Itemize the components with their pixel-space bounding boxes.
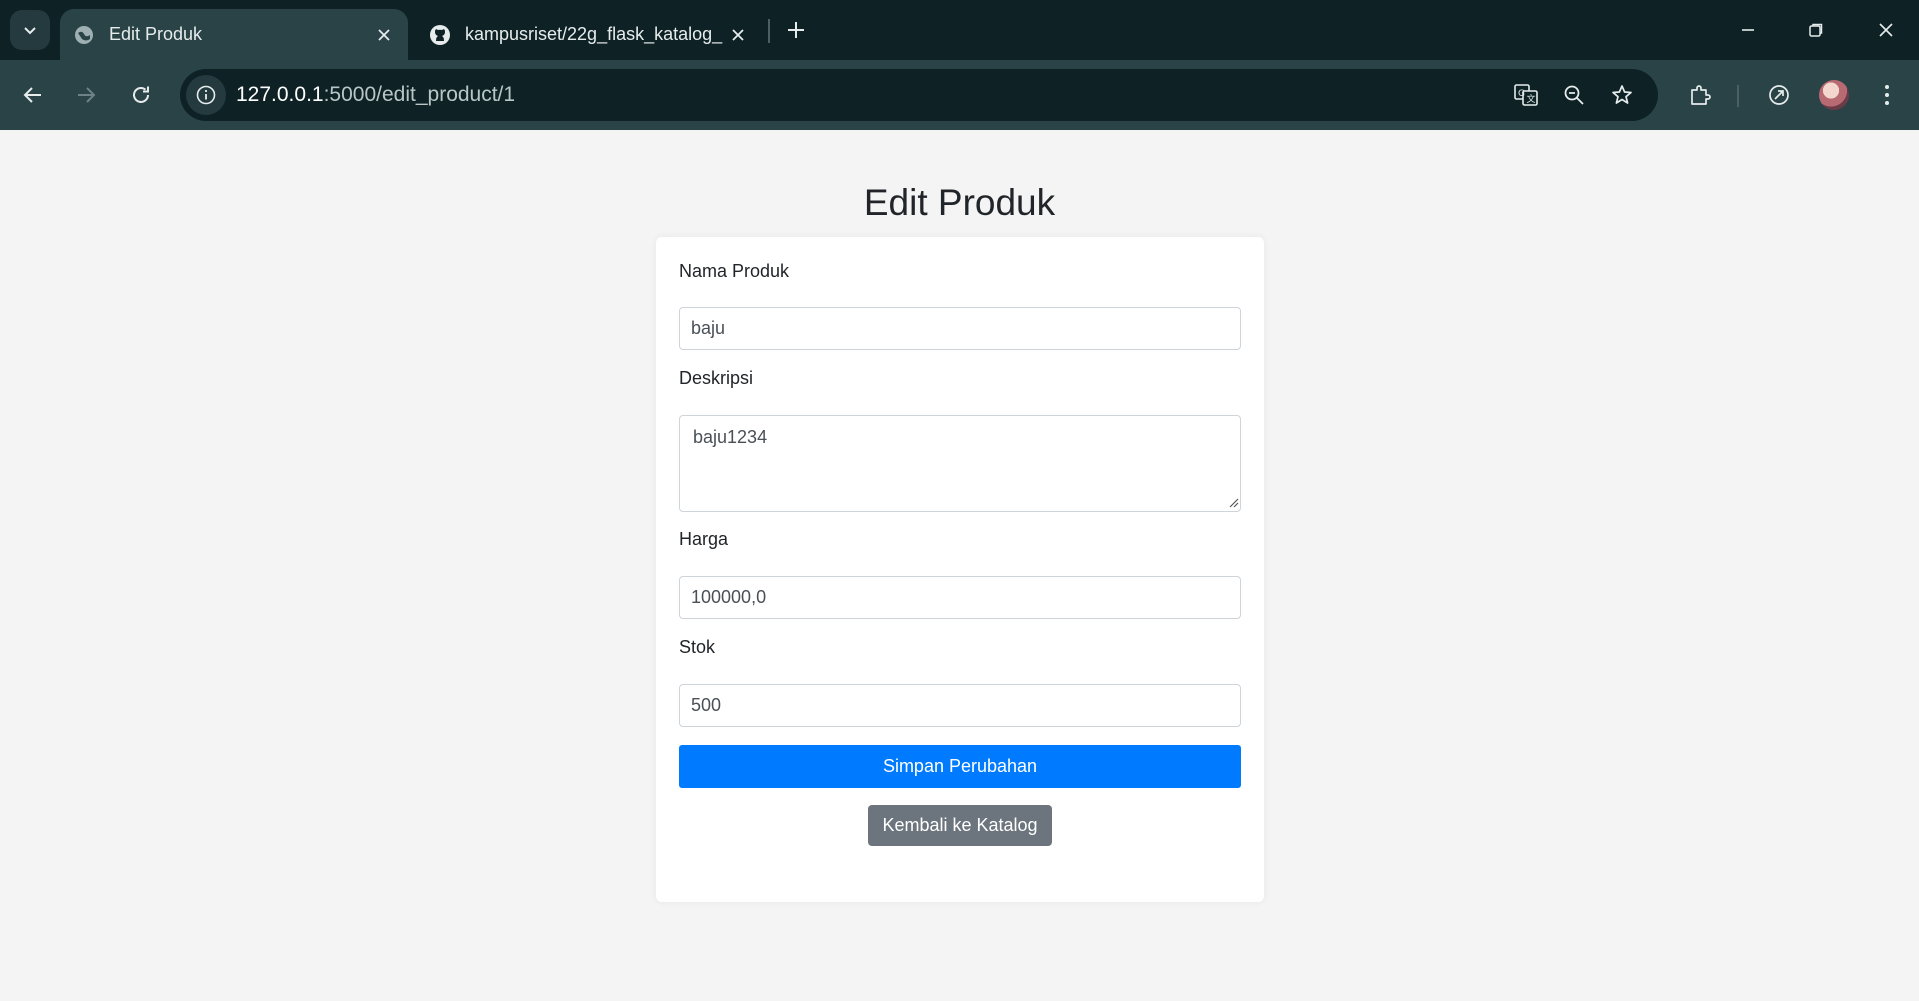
url-host: 127.0.0.1 [236, 83, 324, 106]
name-label: Nama Produk [679, 261, 790, 281]
more-vert-icon [1885, 85, 1889, 105]
menu-button[interactable] [1867, 75, 1907, 115]
edit-product-form: Nama Produk Deskripsi baju1234 Harga Sto… [656, 237, 1264, 902]
page-content: Edit Produk Nama Produk Deskripsi baju12… [0, 130, 1919, 1001]
reload-icon [133, 86, 149, 103]
description-wrapper: baju1234 [656, 415, 1264, 512]
name-input[interactable] [679, 307, 1241, 350]
stock-input[interactable] [679, 684, 1241, 727]
site-info-button[interactable] [186, 75, 226, 115]
url-path: :5000/edit_product/1 [323, 83, 516, 106]
close-window-button[interactable] [1864, 8, 1908, 52]
minimize-icon [1742, 29, 1754, 31]
forward-button[interactable] [66, 75, 106, 115]
tab-github[interactable]: kampusriset/22g_flask_katalog_ [416, 9, 762, 60]
avatar [1819, 80, 1849, 110]
zoom-out-icon [1564, 85, 1584, 105]
info-icon [196, 85, 216, 105]
tab-title: Edit Produk [109, 24, 203, 44]
reload-button[interactable] [121, 75, 161, 115]
minimize-button[interactable] [1726, 8, 1770, 52]
globe-icon [73, 24, 95, 46]
browser-toolbar: 127.0.0.1:5000/edit_product/1 G文 [0, 60, 1919, 130]
close-tab-icon[interactable] [724, 21, 752, 49]
price-input[interactable] [679, 576, 1241, 619]
performance-button[interactable] [1759, 75, 1799, 115]
profile-button[interactable] [1814, 75, 1854, 115]
description-textarea[interactable]: baju1234 [679, 415, 1241, 512]
new-tab-button[interactable] [780, 14, 812, 46]
plus-icon [788, 22, 804, 38]
github-icon [429, 24, 451, 46]
arrow-right-icon [78, 87, 96, 103]
price-label: Harga [679, 529, 729, 549]
tab-search-button[interactable] [10, 10, 50, 50]
svg-text:G: G [1518, 89, 1525, 99]
bookmark-button[interactable] [1604, 77, 1640, 113]
resize-grip-icon[interactable] [1226, 495, 1240, 509]
translate-button[interactable]: G文 [1508, 77, 1544, 113]
save-changes-button[interactable]: Simpan Perubahan [679, 745, 1241, 788]
url-text[interactable]: 127.0.0.1:5000/edit_product/1 [236, 83, 515, 107]
extensions-button[interactable] [1680, 75, 1720, 115]
browser-tab-strip: Edit Produk kampusriset/22g_flask_katalo… [0, 0, 1919, 60]
restore-button[interactable] [1794, 8, 1838, 52]
address-bar[interactable]: 127.0.0.1:5000/edit_product/1 G文 [180, 69, 1658, 121]
star-icon [1612, 85, 1632, 104]
stock-label: Stok [679, 637, 716, 657]
tab-edit-produk[interactable]: Edit Produk [60, 9, 408, 60]
puzzle-icon [1691, 85, 1711, 105]
tab-divider [768, 19, 770, 43]
close-tab-icon[interactable] [370, 21, 398, 49]
zoom-button[interactable] [1556, 77, 1592, 113]
restore-icon [1809, 23, 1823, 37]
back-button[interactable] [13, 75, 53, 115]
back-to-catalog-button[interactable]: Kembali ke Katalog [868, 805, 1052, 846]
chevron-down-icon [24, 27, 36, 35]
close-icon [1879, 23, 1893, 37]
leaf-icon [1769, 85, 1789, 105]
svg-text:文: 文 [1527, 93, 1536, 105]
translate-icon: G文 [1514, 84, 1538, 106]
page-title: Edit Produk [863, 182, 1056, 223]
arrow-left-icon [23, 87, 41, 103]
description-label: Deskripsi [679, 368, 754, 388]
toolbar-divider [1737, 85, 1739, 107]
tab-title: kampusriset/22g_flask_katalog_ [465, 24, 723, 44]
